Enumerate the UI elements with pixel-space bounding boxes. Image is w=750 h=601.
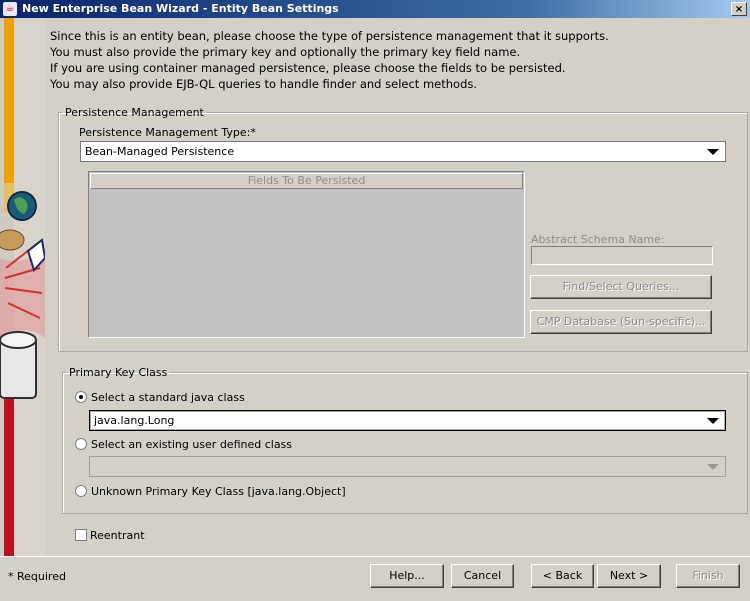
persistence-type-select[interactable]: Bean-Managed Persistence [80, 141, 726, 162]
chevron-down-icon [707, 149, 719, 155]
primary-key-class-legend: Primary Key Class [69, 366, 168, 379]
intro-text: Since this is an entity bean, please cho… [50, 28, 740, 92]
window-title: New Enterprise Bean Wizard - Entity Bean… [22, 2, 339, 15]
cancel-button[interactable]: Cancel [451, 564, 514, 588]
persistence-type-value: Bean-Managed Persistence [85, 145, 235, 158]
chevron-down-icon [707, 464, 719, 470]
intro-line: You may also provide EJB-QL queries to h… [50, 77, 478, 91]
user-defined-class-radio[interactable] [75, 438, 87, 450]
abstract-schema-input[interactable] [531, 246, 713, 265]
close-icon: × [734, 4, 744, 15]
back-button[interactable]: < Back [531, 564, 594, 588]
wizard-graphic [0, 18, 45, 556]
button-bar: * Required Help... Cancel < Back Next > … [0, 556, 750, 601]
find-select-queries-button[interactable]: Find/Select Queries... [530, 275, 712, 299]
java-cup-icon: ☕ [3, 2, 17, 16]
content-pane: Since this is an entity bean, please cho… [45, 18, 750, 556]
standard-class-select[interactable]: java.lang.Long [89, 410, 726, 431]
close-button[interactable]: × [731, 2, 747, 16]
intro-line: Since this is an entity bean, please cho… [50, 29, 609, 43]
user-defined-class-select[interactable] [89, 456, 726, 477]
unknown-class-radio[interactable] [75, 485, 87, 497]
title-bar: ☕ New Enterprise Bean Wizard - Entity Be… [0, 0, 750, 18]
next-button[interactable]: Next > [597, 564, 661, 588]
intro-line: You must also provide the primary key an… [50, 45, 521, 59]
fields-table-header: Fields To Be Persisted [90, 173, 523, 189]
globe-icon [7, 191, 37, 221]
chevron-down-icon [707, 418, 719, 424]
finish-button[interactable]: Finish [676, 564, 740, 588]
wizard-artwork [0, 18, 45, 556]
help-button[interactable]: Help... [370, 564, 444, 588]
standard-class-label: Select a standard java class [91, 391, 245, 404]
user-defined-class-label: Select an existing user defined class [91, 438, 293, 451]
reentrant-checkbox[interactable] [75, 529, 87, 541]
reentrant-label: Reentrant [90, 529, 145, 542]
standard-class-value: java.lang.Long [94, 414, 175, 427]
persistence-type-label: Persistence Management Type:* [79, 126, 256, 139]
fields-to-be-persisted-table[interactable]: Fields To Be Persisted [88, 171, 525, 338]
unknown-class-label: Unknown Primary Key Class [java.lang.Obj… [91, 485, 346, 498]
cmp-database-button[interactable]: CMP Database (Sun-specific)... [530, 310, 712, 334]
standard-class-radio[interactable] [75, 391, 87, 403]
abstract-schema-label: Abstract Schema Name: [531, 233, 665, 246]
persistence-management-legend: Persistence Management [65, 106, 204, 119]
required-note: * Required [8, 570, 66, 583]
intro-line: If you are using container managed persi… [50, 61, 566, 75]
